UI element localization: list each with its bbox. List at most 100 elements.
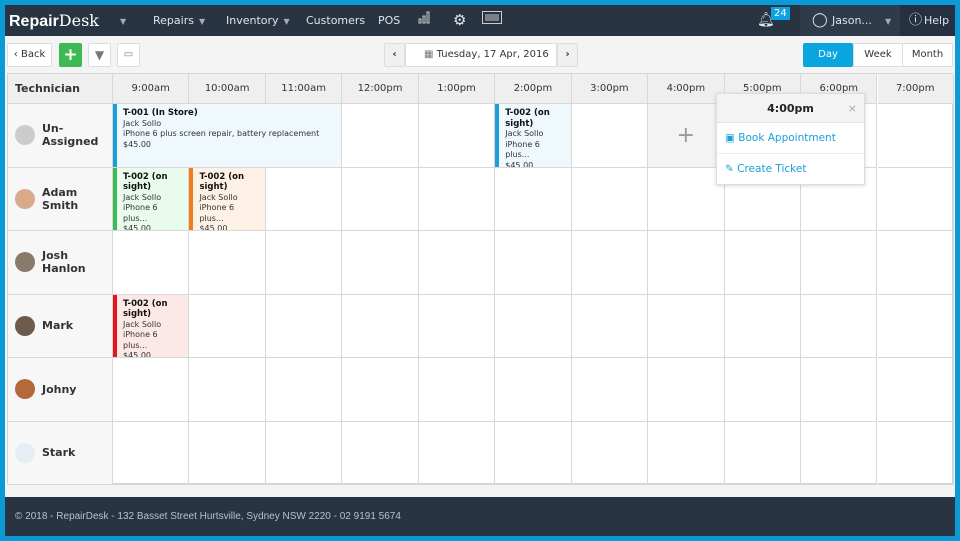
settings-gear-icon[interactable]: ⚙ [453,5,466,36]
prev-day-button[interactable]: ‹ [384,43,405,67]
appointment-card[interactable]: T-002 (on sight) Jack Sollo iPhone 6 plus.… [113,167,189,230]
time-slot[interactable] [877,358,954,422]
time-slot[interactable] [571,358,649,422]
next-day-button[interactable]: › [557,43,578,67]
add-slot-plus-icon[interactable]: + [648,104,725,168]
user-menu[interactable]: ◯ Jason... ▼ [800,5,900,36]
appointment-card[interactable]: T-001 (In Store) Jack Sollo iPhone 6 plus … [113,104,342,167]
nav-pos[interactable]: POS [378,5,400,36]
time-slot[interactable] [648,294,725,358]
time-slot[interactable] [648,167,725,231]
time-slot[interactable] [495,231,572,295]
reports-chart-icon[interactable] [418,5,432,36]
time-slot[interactable] [113,358,190,422]
time-slot[interactable] [648,358,725,422]
nav-inventory[interactable]: Inventory ▼ [226,5,290,36]
avatar [15,252,35,273]
time-slot[interactable] [801,231,878,295]
time-slot[interactable] [495,421,572,485]
time-slot[interactable] [265,358,343,422]
appointment-title: T-002 (on sight) [123,171,168,193]
view-week-tab[interactable]: Week [853,43,903,67]
user-name: Jason... [832,14,872,27]
appointment-card[interactable]: T-002 (on sight) Jack Sollo iPhone 6 plus.… [495,104,571,167]
hour-header: 12:00pm [342,74,419,104]
time-slot[interactable] [265,231,343,295]
view-month-tab[interactable]: Month [902,43,953,67]
book-appointment-item[interactable]: ▣ Book Appointment [717,123,864,154]
hour-header: 7:00pm [877,74,954,104]
time-slot[interactable] [418,167,496,231]
back-button[interactable]: ‹ Back [7,43,52,67]
edit-icon: ✎ [725,163,738,175]
create-ticket-item[interactable]: ✎ Create Ticket [717,154,864,185]
date-picker[interactable]: ▦ Tuesday, 17 Apr, 2016 [405,43,557,67]
logo[interactable]: RepairDesk [9,5,99,36]
avatar [15,315,35,336]
time-slot[interactable] [877,231,954,295]
calendar-icon[interactable]: ▭ [117,43,140,67]
time-slot[interactable] [189,358,266,422]
time-slot[interactable] [571,231,649,295]
appointment-price: $45.00 [199,224,228,230]
time-slot[interactable] [342,167,419,231]
time-slot[interactable] [342,358,419,422]
time-slot[interactable] [648,421,725,485]
view-day-tab[interactable]: Day [803,43,853,67]
help-button[interactable]: ⓘ Help [900,5,955,36]
time-slot[interactable] [495,358,572,422]
slot-popup: 4:00pm × ▣ Book Appointment ✎ Create Tick… [716,93,865,185]
time-slot[interactable] [342,231,419,295]
appointment-desc: iPhone 6 plus... [505,139,540,160]
time-slot[interactable] [877,421,954,485]
technician-name: Adam Smith [42,185,79,212]
time-slot[interactable] [342,421,419,485]
time-slot[interactable] [571,104,649,168]
time-slot[interactable] [724,231,802,295]
time-slot[interactable] [877,104,954,168]
time-slot[interactable] [418,231,496,295]
add-button[interactable]: + [59,43,82,67]
time-slot[interactable] [801,421,878,485]
time-slot[interactable] [571,421,649,485]
time-slot[interactable] [113,231,190,295]
time-slot[interactable] [495,294,572,358]
logo-menu-chevron-icon[interactable]: ▼ [115,5,126,36]
time-slot[interactable] [342,294,419,358]
time-slot[interactable] [418,294,496,358]
barcode-icon[interactable] [482,5,502,36]
nav-repairs[interactable]: Repairs ▼ [153,5,205,36]
time-slot[interactable] [724,421,802,485]
time-slot[interactable] [418,421,496,485]
nav-customers[interactable]: Customers [306,5,365,36]
appointment-card[interactable]: T-002 (on sight) Jack Sollo iPhone 6 plus.… [189,167,265,230]
appointment-card[interactable]: T-002 (on sight) Jack Sollo iPhone 6 plus.… [113,294,189,357]
close-icon[interactable]: × [848,94,857,123]
time-slot[interactable] [801,294,878,358]
time-slot[interactable] [265,421,343,485]
time-slot[interactable] [265,294,343,358]
filter-icon[interactable]: ▼ [88,43,111,67]
hour-header: 11:00am [265,74,343,104]
time-slot[interactable] [265,167,343,231]
time-slot[interactable] [189,421,266,485]
time-slot[interactable] [648,231,725,295]
time-slot[interactable] [724,294,802,358]
time-slot[interactable] [418,358,496,422]
time-slot[interactable] [189,231,266,295]
time-slot[interactable] [801,358,878,422]
time-slot[interactable] [418,104,496,168]
time-slot[interactable] [342,104,419,168]
appointment-price: $45.00 [505,160,534,167]
time-slot[interactable] [877,294,954,358]
calendar-icon: ▣ [725,132,739,144]
chevron-down-icon: ▼ [885,17,892,26]
time-slot[interactable] [189,294,266,358]
technician-row-label: Mark [8,294,113,358]
time-slot[interactable] [724,358,802,422]
time-slot[interactable] [877,167,954,231]
time-slot[interactable] [113,421,190,485]
time-slot[interactable] [571,294,649,358]
time-slot[interactable] [571,167,649,231]
time-slot[interactable] [495,167,572,231]
